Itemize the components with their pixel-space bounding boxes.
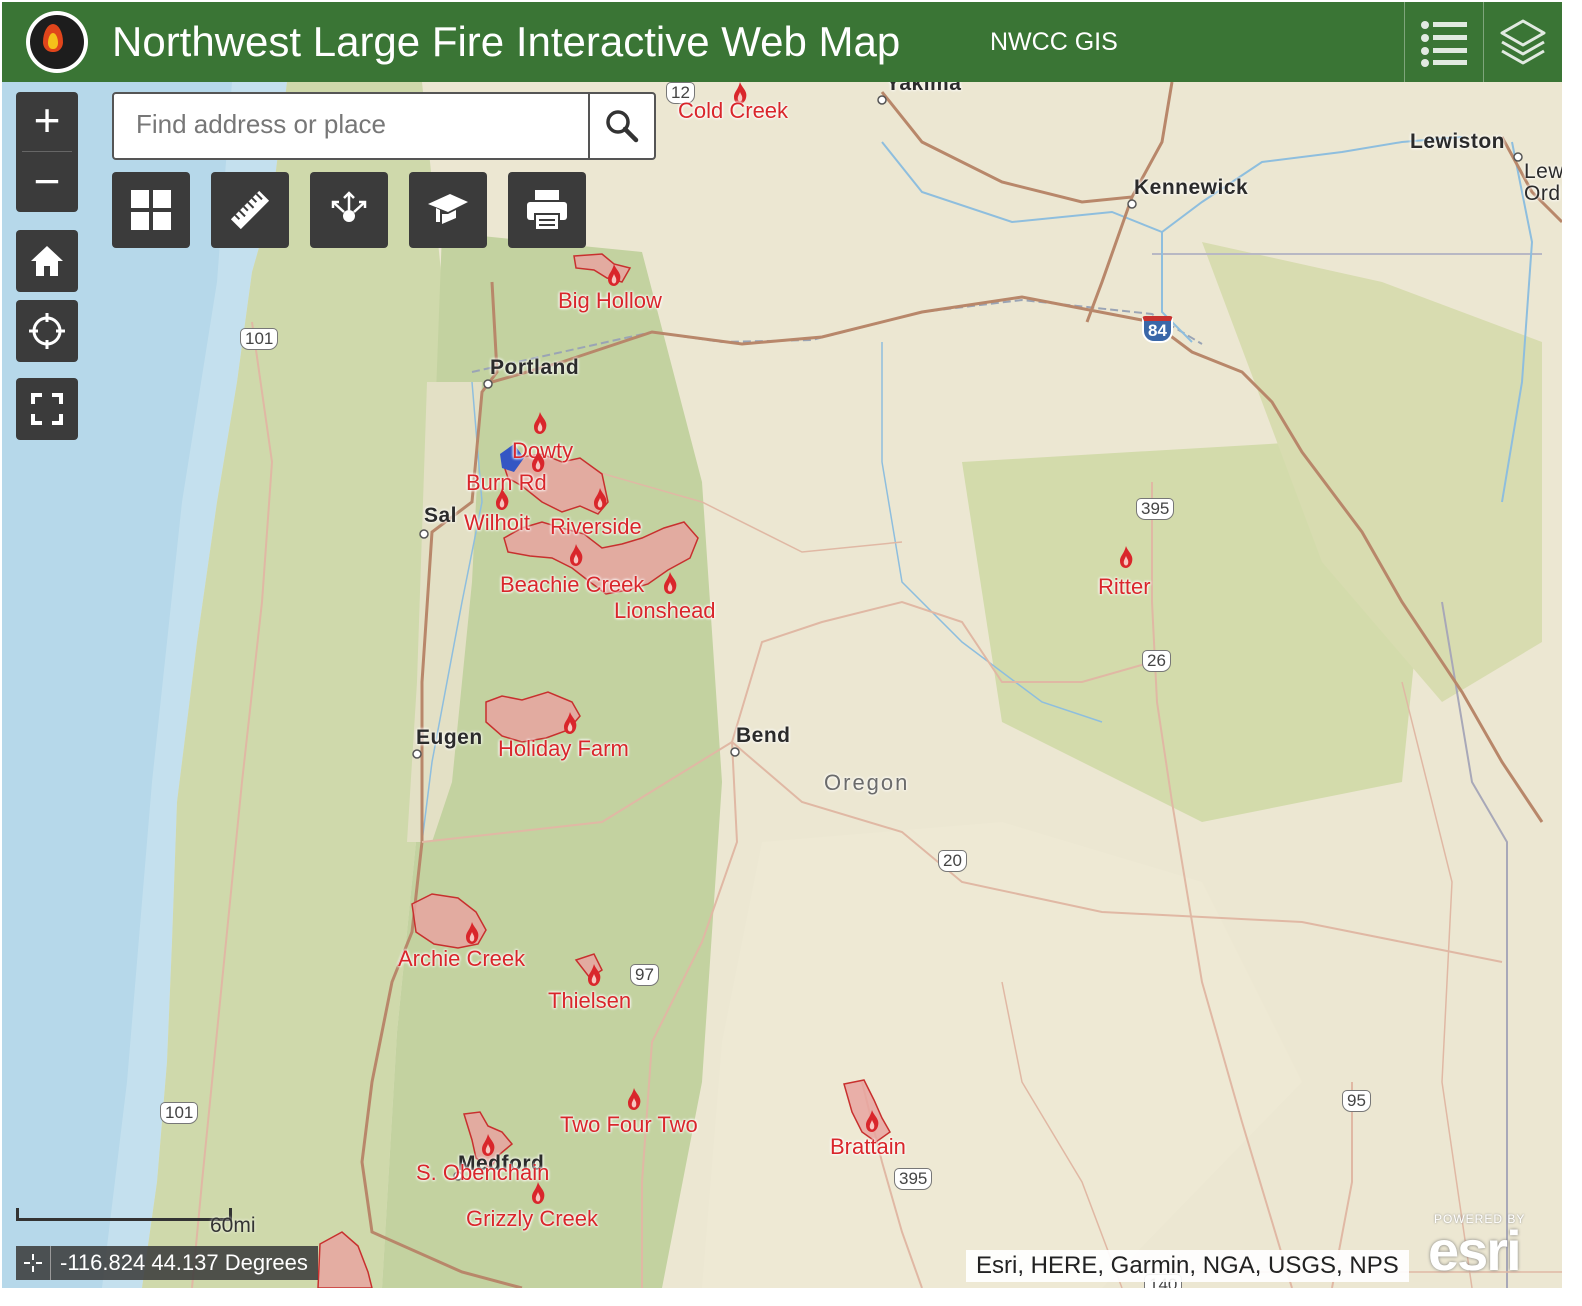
highway-shield-us26: 26 — [1142, 650, 1171, 672]
place-salem: Sal — [424, 504, 458, 527]
place-yakima: Yakima — [886, 82, 962, 95]
fire-label: Archie Creek — [398, 946, 526, 971]
measure-button[interactable] — [211, 172, 289, 248]
locate-button[interactable] — [16, 300, 78, 362]
coordinate-readout[interactable]: -116.824 44.137 Degrees — [16, 1246, 318, 1280]
highway-shield-us101-south: 101 — [160, 1102, 199, 1124]
map-attribution: Esri, HERE, Garmin, NGA, USGS, NPS — [966, 1250, 1409, 1282]
fullscreen-button[interactable] — [16, 378, 78, 440]
place-kennewick: Kennewick — [1134, 176, 1249, 199]
education-icon — [428, 194, 468, 224]
fullscreen-icon — [31, 393, 63, 425]
fire-label: Brattain — [830, 1134, 906, 1159]
fire-label: Holiday Farm — [498, 736, 629, 761]
search-widget — [112, 92, 656, 160]
fire-icon — [534, 412, 547, 434]
fire-icon — [496, 488, 509, 510]
place-eugene: Eugen — [416, 726, 483, 749]
measure-icon — [230, 190, 270, 230]
search-button[interactable] — [588, 94, 654, 158]
fire-icon — [664, 572, 677, 594]
fire-icon — [532, 1182, 545, 1204]
fire-label: Two Four Two — [560, 1112, 698, 1137]
esri-logo[interactable]: POWERED BY esri — [1428, 1212, 1560, 1286]
layers-button[interactable] — [1483, 2, 1562, 82]
coordinate-text: -116.824 44.137 Degrees — [60, 1250, 308, 1275]
place-bend: Bend — [736, 724, 791, 747]
map-view[interactable]: Yakima Lewiston Lew Ord Kennewick Portla… — [2, 82, 1562, 1288]
fire-label: Riverside — [550, 514, 642, 539]
highway-shield-us20: 20 — [938, 850, 967, 872]
fire-label: Lionshead — [614, 598, 716, 623]
highway-shield-us97: 97 — [630, 964, 659, 986]
fire-icon — [628, 1088, 641, 1110]
fire-label: Grizzly Creek — [466, 1206, 599, 1231]
fire-label: Ritter — [1098, 574, 1151, 599]
app-subtitle: NWCC GIS — [990, 28, 1118, 56]
place-lewiston-orchards-2: Ord — [1524, 182, 1561, 205]
app-header: Northwest Large Fire Interactive Web Map… — [2, 2, 1562, 82]
fire-icon — [588, 964, 601, 986]
fire-icon — [866, 1110, 879, 1132]
zoom-control: + − — [16, 92, 78, 212]
zoom-in-button[interactable]: + — [16, 92, 78, 150]
app-title: Northwest Large Fire Interactive Web Map — [112, 18, 901, 65]
fire-icon — [1120, 546, 1133, 568]
basemap-gallery-button[interactable] — [112, 172, 190, 248]
basemap — [2, 82, 1562, 1288]
fire-label: Thielsen — [548, 988, 632, 1013]
print-icon — [527, 190, 567, 231]
legend-list-icon — [1421, 21, 1467, 67]
fire-icon — [594, 488, 607, 510]
share-icon — [331, 191, 367, 222]
home-icon — [31, 246, 63, 276]
legend-button[interactable] — [1404, 2, 1483, 82]
scale-bar — [16, 1208, 232, 1221]
search-icon — [606, 110, 639, 143]
place-lewiston-orchards-1: Lew — [1524, 160, 1562, 183]
basemap-gallery-icon — [131, 190, 171, 230]
crosshair-icon[interactable] — [16, 1246, 51, 1280]
fire-icon — [608, 264, 621, 286]
highway-shield-i84: 84 — [1142, 316, 1173, 343]
layers-icon — [1500, 19, 1546, 65]
fire-icon — [532, 450, 545, 472]
fire-icon — [570, 544, 583, 566]
locate-icon — [29, 313, 65, 349]
place-lewiston: Lewiston — [1410, 130, 1506, 153]
fire-icon — [482, 1134, 495, 1156]
search-input[interactable] — [114, 94, 596, 154]
fire-icon — [564, 712, 577, 734]
nwcc-logo — [26, 11, 88, 73]
highway-shield-us395-north: 395 — [1136, 498, 1175, 520]
highway-shield-us95: 95 — [1342, 1090, 1371, 1112]
highway-shield-us395-south: 395 — [894, 1168, 933, 1190]
scale-label: 60mi — [210, 1214, 256, 1237]
esri-wordmark: esri — [1428, 1219, 1522, 1282]
web-map-app: Northwest Large Fire Interactive Web Map… — [0, 0, 1582, 1306]
print-button[interactable] — [508, 172, 586, 248]
state-label-oregon: Oregon — [824, 770, 910, 795]
fire-label: Wilhoit — [464, 510, 531, 535]
fire-label: Cold Creek — [678, 98, 789, 123]
share-button[interactable] — [310, 172, 388, 248]
home-button[interactable] — [16, 230, 78, 292]
place-portland: Portland — [490, 356, 580, 379]
fire-label: Big Hollow — [558, 288, 662, 313]
fire-icon — [466, 922, 479, 944]
fire-label: Beachie Creek — [500, 572, 645, 597]
zoom-out-button[interactable]: − — [16, 153, 78, 211]
education-button[interactable] — [409, 172, 487, 248]
highway-shield-us101-north: 101 — [240, 328, 279, 350]
